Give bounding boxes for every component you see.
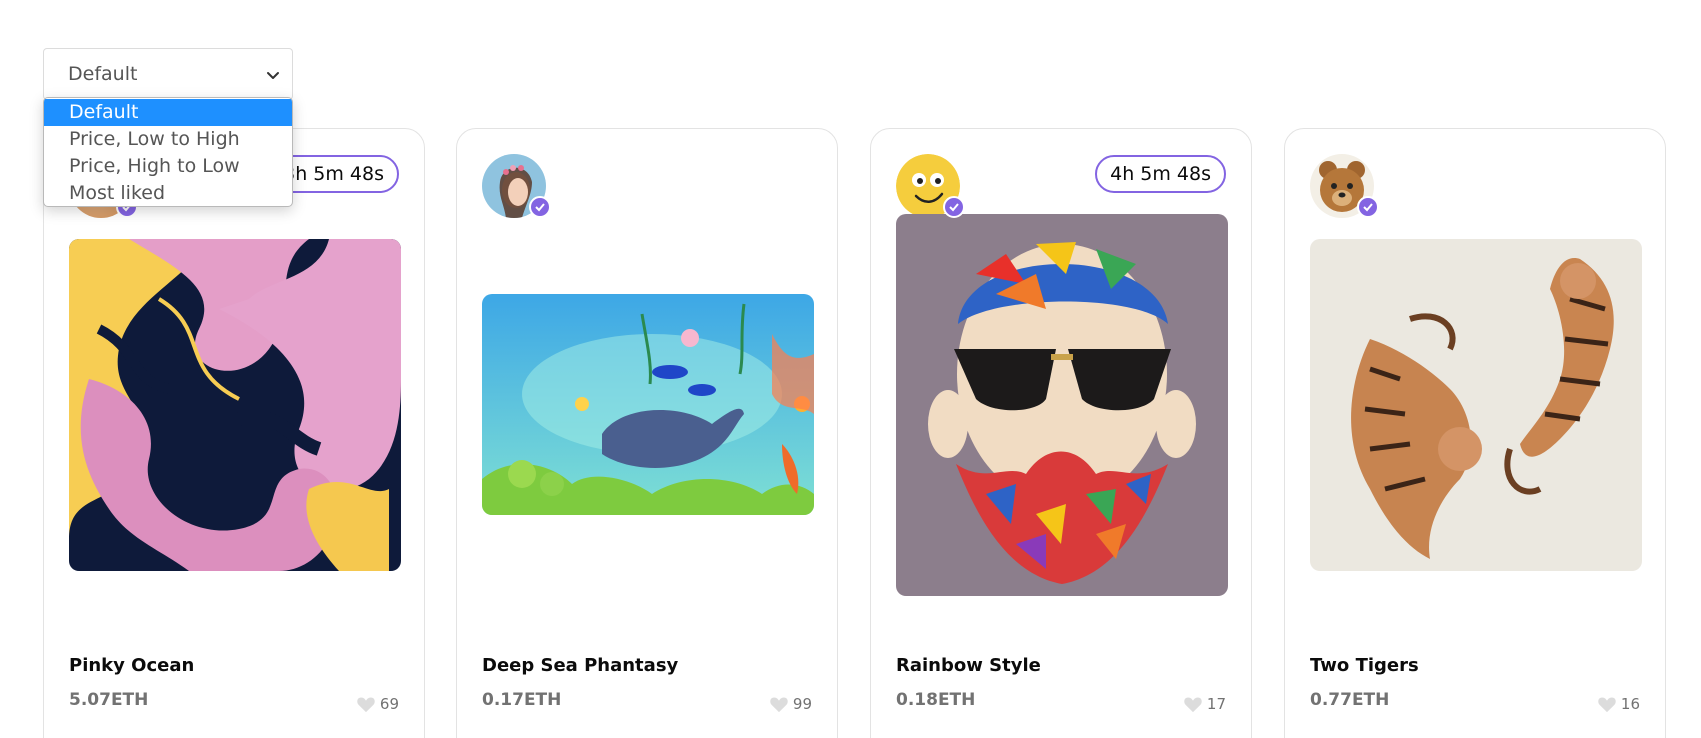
nft-title[interactable]: Rainbow Style	[896, 655, 1041, 676]
sort-select[interactable]: Default	[43, 48, 293, 100]
like-counter[interactable]: 99	[769, 695, 812, 713]
countdown-text: 3h 5m 48s	[283, 163, 384, 185]
nft-price: 0.17ETH	[482, 690, 562, 710]
like-counter[interactable]: 69	[356, 695, 399, 713]
sort-option-price-high-low[interactable]: Price, High to Low	[44, 153, 292, 180]
heart-icon	[770, 697, 788, 713]
heart-icon	[1184, 697, 1202, 713]
chevron-down-icon	[267, 72, 279, 79]
like-count: 69	[379, 695, 399, 713]
like-count: 16	[1620, 695, 1640, 713]
nft-artwork-image[interactable]	[482, 294, 814, 515]
nft-price: 0.18ETH	[896, 690, 976, 710]
like-counter[interactable]: 16	[1597, 695, 1640, 713]
nft-price: 5.07ETH	[69, 690, 149, 710]
sort-option-price-low-high[interactable]: Price, Low to High	[44, 126, 292, 153]
countdown-text: 4h 5m 48s	[1110, 163, 1211, 185]
like-count: 99	[792, 695, 812, 713]
verified-check-icon	[943, 196, 965, 218]
like-counter[interactable]: 17	[1183, 695, 1226, 713]
nft-title[interactable]: Two Tigers	[1310, 655, 1419, 676]
nft-price: 0.77ETH	[1310, 690, 1390, 710]
sort-option-default[interactable]: Default	[44, 99, 292, 126]
countdown-badge: 4h 5m 48s	[1095, 155, 1226, 193]
sort-option-most-liked[interactable]: Most liked	[44, 180, 292, 206]
nft-artwork-image[interactable]	[69, 239, 401, 571]
heart-icon	[357, 697, 375, 713]
nft-card[interactable]: Two Tigers 0.77ETH 16	[1284, 128, 1666, 738]
nft-artwork-image[interactable]	[896, 214, 1228, 596]
nft-card[interactable]: Deep Sea Phantasy 0.17ETH 99	[456, 128, 838, 738]
nft-artwork-image[interactable]	[1310, 239, 1642, 571]
nft-title[interactable]: Deep Sea Phantasy	[482, 655, 678, 676]
sort-dropdown-menu: Default Price, Low to High Price, High t…	[43, 97, 293, 207]
nft-title[interactable]: Pinky Ocean	[69, 655, 194, 676]
sort-select-value: Default	[68, 63, 138, 85]
like-count: 17	[1206, 695, 1226, 713]
nft-card[interactable]: 4h 5m 48s Rainbow Style 0.18ETH 17	[870, 128, 1252, 738]
nft-card[interactable]: 3h 5m 48s Pinky Ocean 5.07ETH 69	[43, 128, 425, 738]
verified-check-icon	[1357, 196, 1379, 218]
verified-check-icon	[529, 196, 551, 218]
heart-icon	[1598, 697, 1616, 713]
